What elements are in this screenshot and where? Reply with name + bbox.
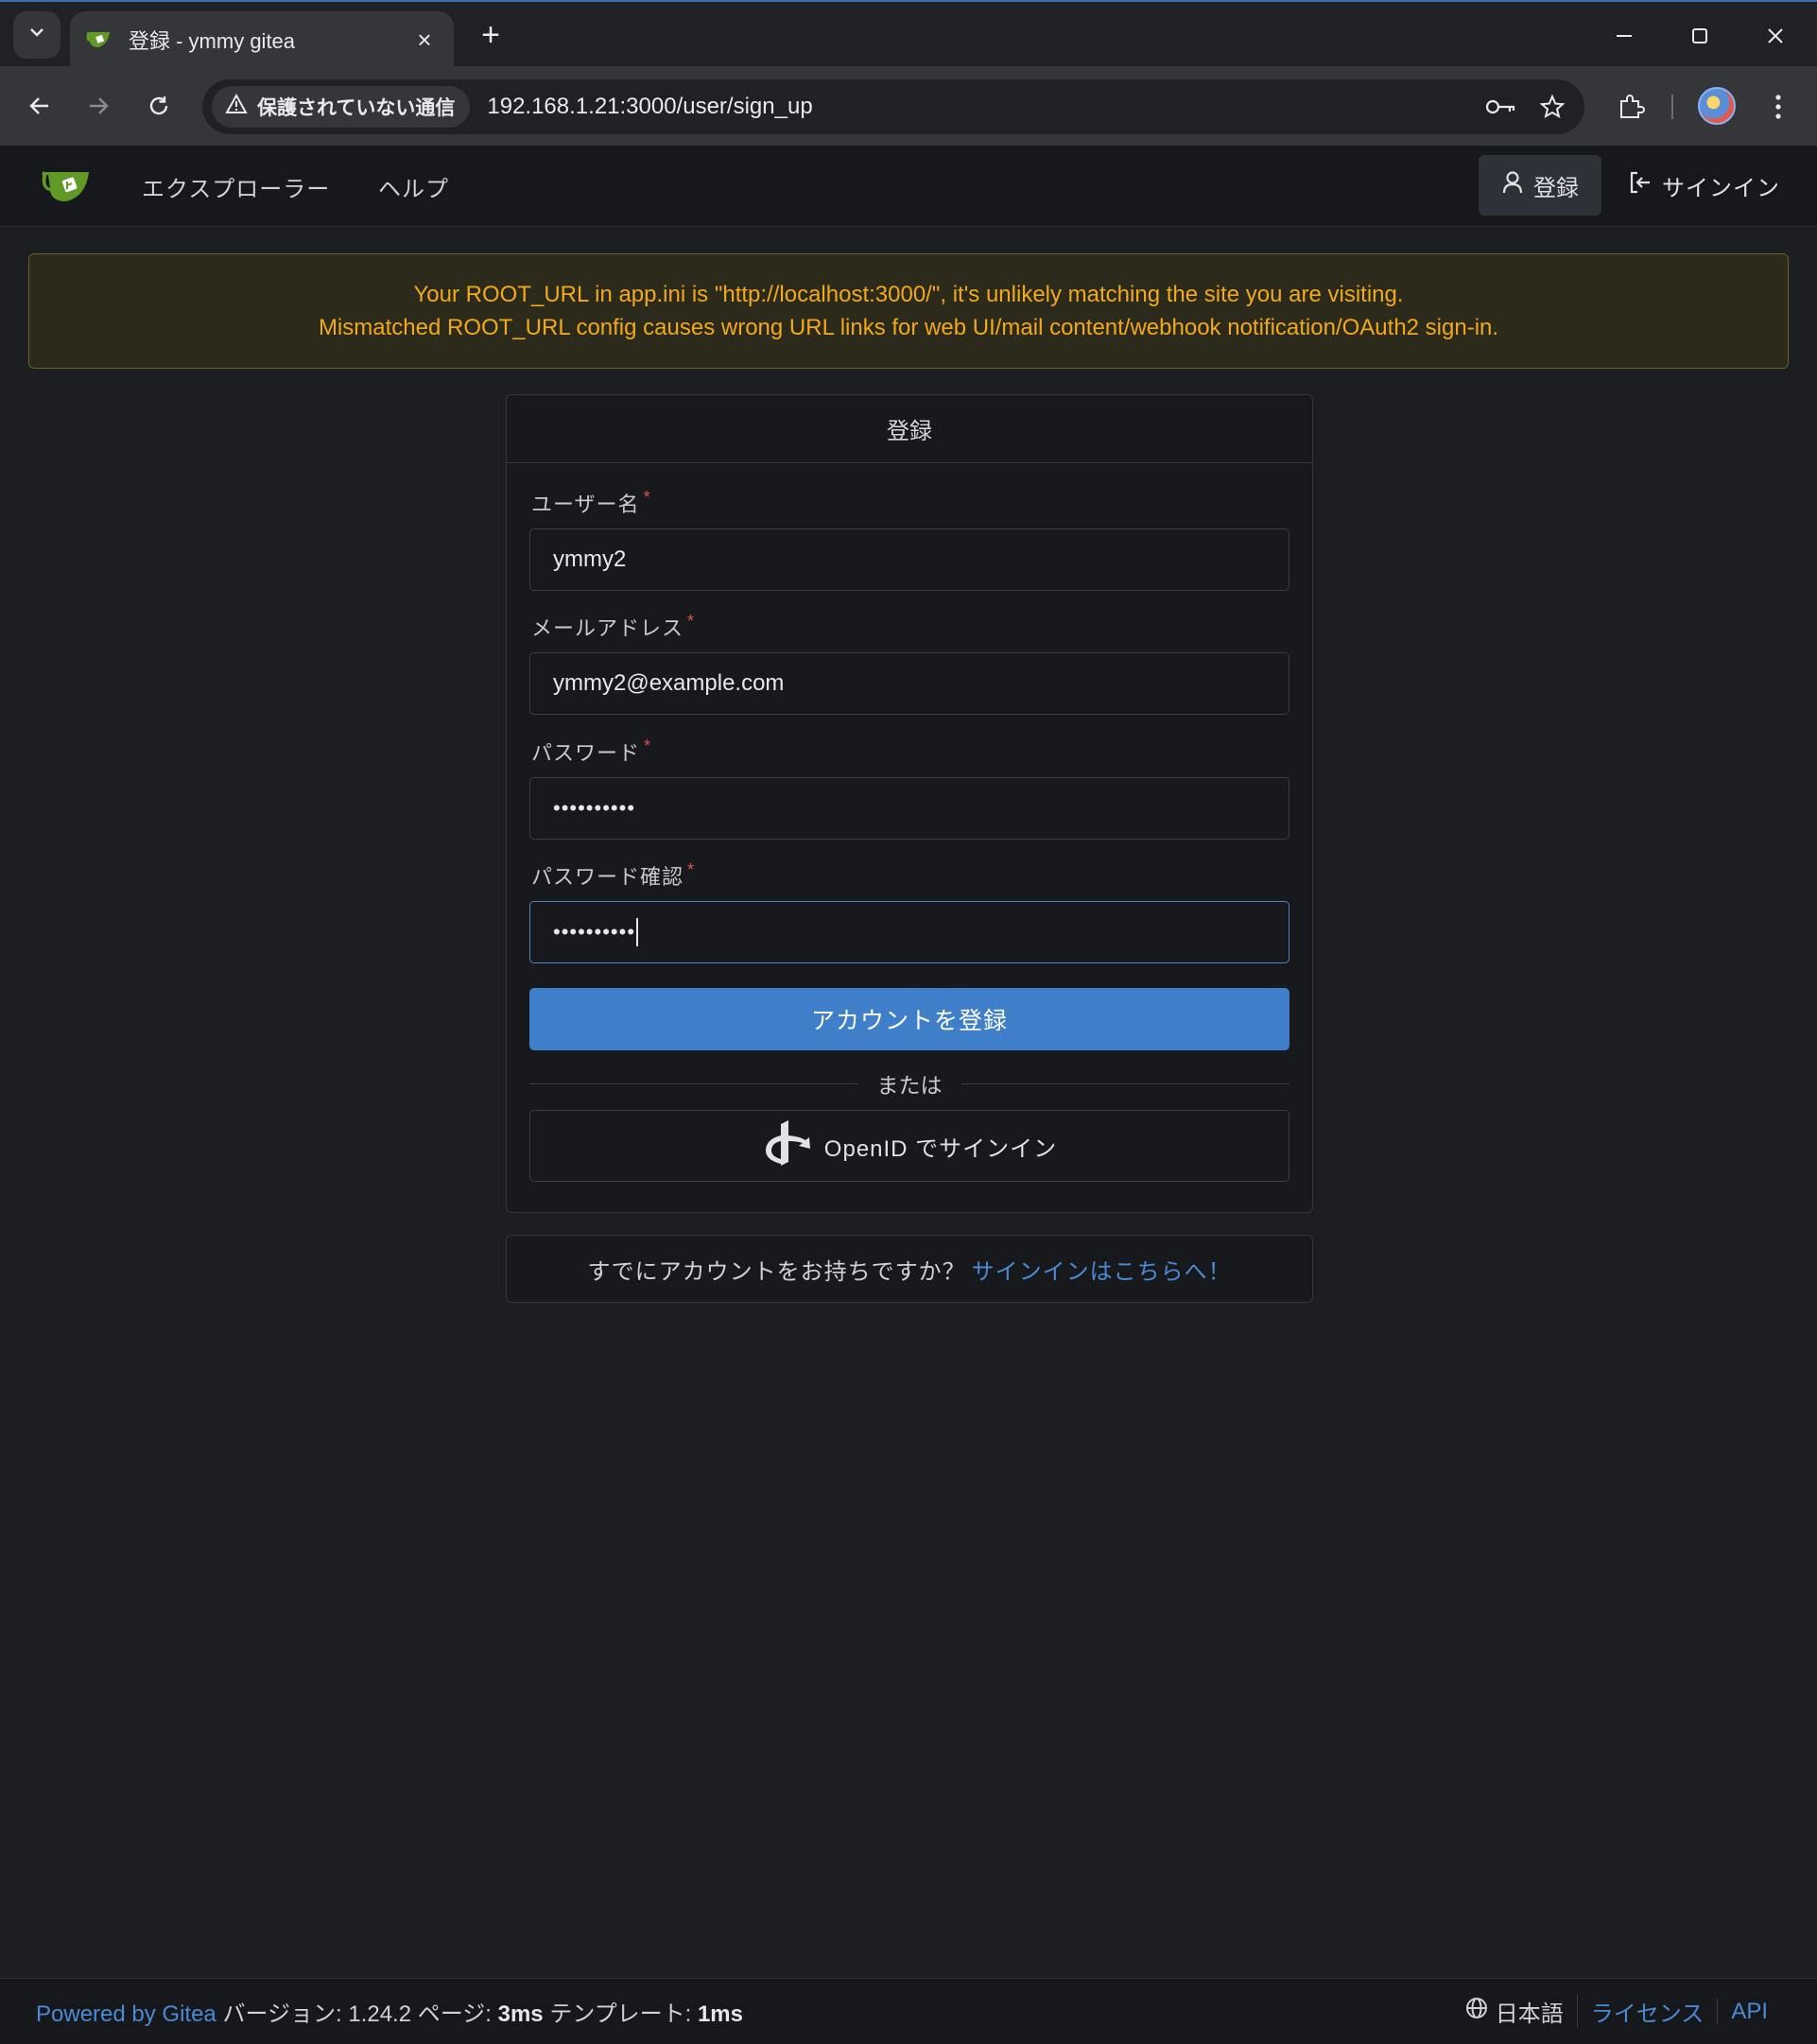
required-mark: * — [687, 612, 696, 631]
nav-signin-label: サインイン — [1662, 175, 1780, 201]
kebab-menu-icon[interactable] — [1756, 85, 1800, 129]
browser-toolbar: 保護されていない通信 192.168.1.21:3000/user/sign_u… — [0, 66, 1817, 146]
required-mark: * — [687, 860, 696, 879]
username-input[interactable]: ymmy2 — [529, 528, 1289, 591]
required-mark: * — [644, 736, 652, 755]
register-form-card: 登録 ユーザー名 * ymmy2 メールアドレス * ymmy2@example.c… — [506, 394, 1313, 1213]
forward-arrow-icon[interactable] — [76, 83, 121, 129]
profile-avatar[interactable] — [1698, 87, 1736, 125]
password-label: パスワード * — [531, 736, 652, 765]
nav-signin-link[interactable]: サインイン — [1628, 155, 1780, 216]
gitea-logo-icon[interactable] — [40, 166, 93, 204]
gitea-favicon-icon — [85, 29, 113, 50]
warning-triangle-icon — [225, 93, 248, 120]
password-input[interactable]: •••••••••• — [529, 777, 1289, 840]
extensions-puzzle-icon[interactable] — [1609, 85, 1653, 129]
create-account-button[interactable]: アカウントを登録 — [529, 988, 1289, 1050]
template-time-value: 1ms — [697, 2001, 743, 2027]
template-time-label: テンプレート: — [549, 2001, 692, 2027]
url-text[interactable]: 192.168.1.21:3000/user/sign_up — [487, 94, 1482, 120]
language-selector[interactable]: 日本語 — [1452, 1995, 1577, 2028]
person-icon — [1501, 170, 1524, 201]
maximize-icon[interactable] — [1671, 15, 1728, 57]
email-input[interactable]: ymmy2@example.com — [529, 652, 1289, 715]
confirm-password-label: パスワード確認 * — [531, 860, 696, 889]
powered-by-link[interactable]: Powered by Gitea — [36, 2001, 216, 2027]
signin-prompt-text: すでにアカウントをお持ちですか？ — [587, 1258, 966, 1285]
page-content: エクスプローラー ヘルプ 登録 サインイン Your ROOT_URL in a… — [0, 146, 1817, 2044]
sign-in-icon — [1628, 170, 1653, 201]
signin-here-link[interactable]: サインインはこちらへ！ — [972, 1253, 1232, 1286]
version-label: バージョン: — [222, 2001, 342, 2027]
page-time-value: 3ms — [497, 2001, 544, 2027]
new-tab-plus-icon[interactable]: + — [471, 15, 510, 55]
license-link[interactable]: ライセンス — [1576, 1995, 1718, 2028]
confirm-password-input[interactable]: •••••••••• — [529, 901, 1289, 963]
password-key-icon[interactable] — [1482, 88, 1520, 126]
version-value: 1.24.2 — [348, 2001, 412, 2027]
security-label: 保護されていない通信 — [257, 97, 456, 119]
text-caret — [636, 918, 639, 946]
browser-tab-bar: 登録 - ymmy gitea × + — [0, 0, 1817, 68]
openid-button-label: OpenID でサインイン — [823, 1135, 1058, 1162]
back-arrow-icon[interactable] — [17, 83, 62, 129]
tab-search-button[interactable] — [13, 11, 61, 59]
signin-prompt: すでにアカウントをお持ちですか？ サインインはこちらへ！ — [506, 1235, 1313, 1303]
gitea-navbar: エクスプローラー ヘルプ 登録 サインイン — [0, 146, 1817, 227]
tab-title: 登録 - ymmy gitea — [129, 29, 296, 53]
close-window-icon[interactable] — [1747, 15, 1804, 57]
email-label: メールアドレス * — [531, 612, 696, 640]
required-mark: * — [643, 488, 651, 507]
language-label: 日本語 — [1495, 2001, 1564, 2027]
toolbar-separator — [1671, 95, 1673, 119]
page-time-label: ページ: — [417, 2001, 492, 2027]
reload-icon[interactable] — [136, 83, 182, 129]
minimize-icon[interactable] — [1596, 15, 1653, 57]
nav-help-link[interactable]: ヘルプ — [378, 170, 449, 203]
footer-info: Powered by Gitea バージョン: 1.24.2 ページ: 3ms … — [36, 1995, 743, 2028]
nav-register-label: 登録 — [1533, 175, 1579, 201]
chevron-down-icon — [27, 23, 46, 47]
openid-signin-button[interactable]: OpenID でサインイン — [529, 1110, 1289, 1182]
warning-line-1: Your ROOT_URL in app.ini is "http://loca… — [413, 282, 1404, 307]
or-text: または — [876, 1073, 943, 1098]
bookmark-star-icon[interactable] — [1533, 88, 1571, 126]
openid-icon — [762, 1119, 811, 1172]
page-footer: Powered by Gitea バージョン: 1.24.2 ページ: 3ms … — [0, 1978, 1817, 2044]
security-indicator[interactable]: 保護されていない通信 — [212, 86, 471, 128]
warning-line-2: Mismatched ROOT_URL config causes wrong … — [318, 315, 1499, 340]
address-bar[interactable]: 保護されていない通信 192.168.1.21:3000/user/sign_u… — [202, 79, 1584, 134]
username-label: ユーザー名 * — [531, 488, 651, 516]
or-divider: または — [529, 1065, 1289, 1102]
nav-register-button[interactable]: 登録 — [1479, 155, 1601, 216]
api-link[interactable]: API — [1717, 1998, 1781, 2025]
browser-tab[interactable]: 登録 - ymmy gitea × — [70, 11, 454, 68]
footer-links: 日本語 ライセンス API — [1452, 1995, 1781, 2028]
nav-explore-link[interactable]: エクスプローラー — [142, 170, 330, 203]
form-title: 登録 — [507, 395, 1312, 463]
root-url-warning: Your ROOT_URL in app.ini is "http://loca… — [28, 253, 1789, 369]
tab-close-icon[interactable]: × — [410, 26, 439, 55]
globe-icon — [1465, 1997, 1488, 2026]
